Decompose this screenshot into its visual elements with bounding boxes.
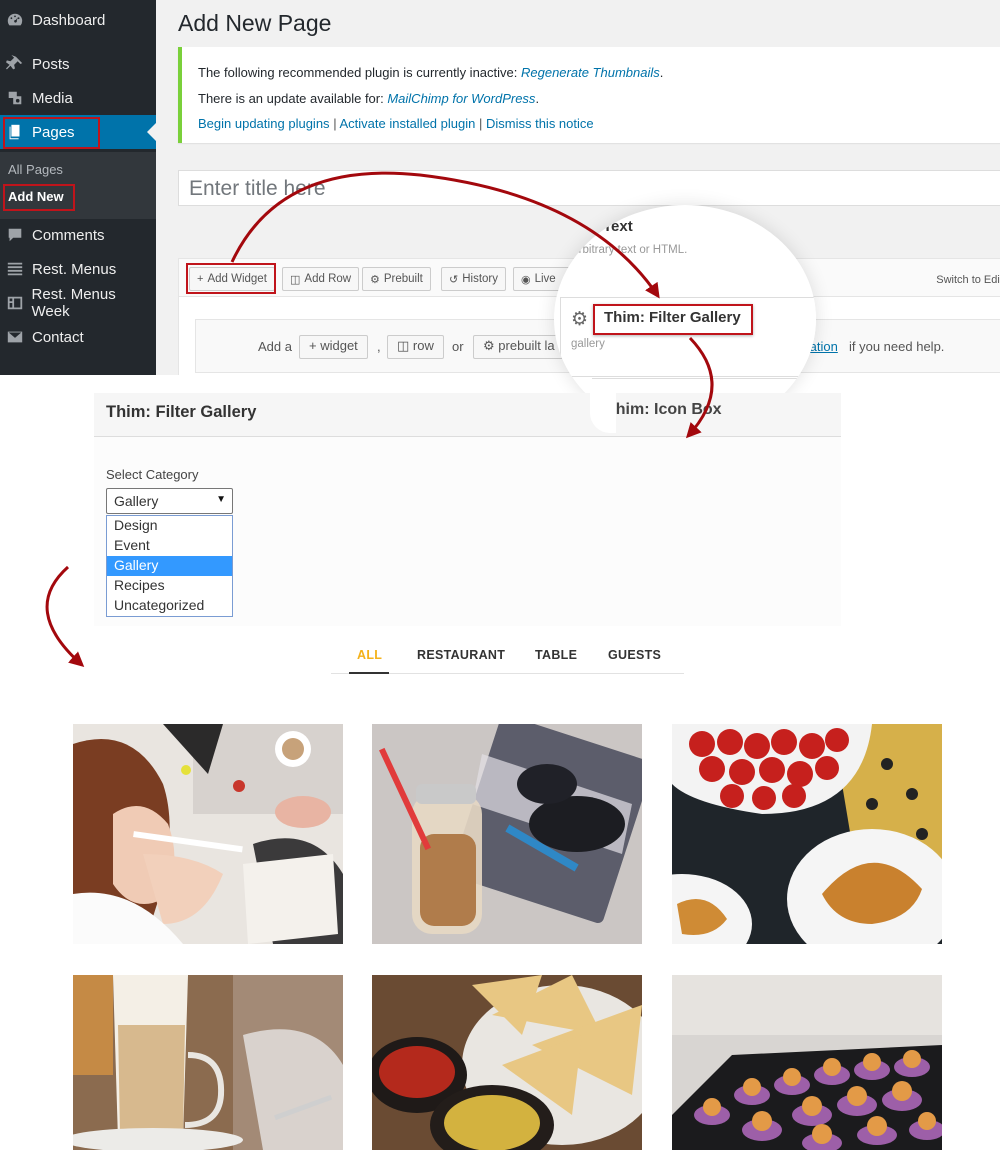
dismiss-notice-link[interactable]: Dismiss this notice [486,116,594,131]
page-title-input[interactable]: Enter title here [178,170,1000,206]
sidebar-item-label: Comments [32,226,105,244]
button-label: prebuilt la [498,338,555,353]
button-label: Add Row [304,273,352,285]
prebuilt-inline-button[interactable]: ⚙ prebuilt la [473,335,563,359]
filter-tab-restaurant[interactable]: RESTAURANT [417,648,505,662]
icon-box-ghost-title: Thim: Icon Box [606,401,722,418]
sidebar-item-comments[interactable]: Comments [0,218,156,252]
add-row-button[interactable]: ◫ Add Row [282,267,360,291]
comment-icon [0,226,30,244]
filter-tab-guests[interactable]: GUESTS [608,648,661,662]
begin-updating-link[interactable]: Begin updating plugins [198,116,330,131]
gallery-filter-tabs: ALL RESTAURANT TABLE GUESTS [331,640,684,674]
annotation-filter-gallery-box [593,304,753,335]
widget-panel-header: Thim: Filter Gallery Thim: Icon Box [94,393,841,437]
add-widget-inline-button[interactable]: + widget [299,335,368,359]
filter-gallery-desc: gallery [571,338,605,350]
media-icon [0,89,30,107]
history-icon: ↺ [449,273,459,286]
regenerate-thumbnails-link[interactable]: Regenerate Thumbnails [521,65,660,80]
cubes-icon: ⚙ [370,273,380,286]
button-label: Live [534,273,556,285]
annotation-add-widget-box [186,263,276,294]
category-option[interactable]: Event [107,536,232,556]
notice-line-update: There is an update available for: MailCh… [198,91,539,106]
sidebar-item-contact[interactable]: Contact [0,320,156,354]
sidebar-item-rest-menus-week[interactable]: Rest. Menus Week [0,286,156,320]
comma: , [377,339,381,354]
sidebar-item-dashboard[interactable]: Dashboard [0,3,156,37]
add-row-inline-button[interactable]: ◫ row [387,335,444,359]
mail-icon [0,328,30,346]
switch-editor-link[interactable]: Switch to Edito [936,274,1000,286]
separator: | [333,116,337,131]
sidebar-item-label: Media [32,89,73,107]
widget-panel-title: Thim: Filter Gallery [106,403,257,421]
notice-text: The following recommended plugin is curr… [198,65,521,80]
filter-tab-table[interactable]: TABLE [535,648,577,662]
button-label: History [462,273,498,285]
category-dropdown-list: Design Event Gallery Recipes Uncategoriz… [106,515,233,617]
woman-writing-photo[interactable] [73,724,343,944]
gear-icon: ⚙ [571,309,589,330]
sidebar-item-rest-menus[interactable]: Rest. Menus [0,252,156,286]
strawberries-croissants-photo[interactable] [672,724,942,944]
sidebar-item-label: Rest. Menus Week [31,286,116,320]
select-category-label: Select Category [106,467,199,482]
sidebar-item-label: Contact [32,328,84,346]
wp-admin-screenshot: Dashboard Posts Media Pages All Pages Ad… [0,0,1000,375]
notice-punct: . [535,91,540,106]
sidebar-item-label: Rest. Menus [32,260,117,278]
category-select[interactable]: Gallery ▼ [106,488,233,514]
mailchimp-link[interactable]: MailChimp for WordPress [387,91,535,106]
selected-value: Gallery [114,493,159,509]
film-icon [0,294,30,312]
dashboard-icon [0,11,30,29]
page-title: Add New Page [178,10,332,36]
separator: | [478,116,483,131]
text-widget-desc: Arbitrary text or HTML. [571,244,688,256]
plugin-notice: The following recommended plugin is curr… [178,47,1000,143]
button-label: row [412,338,434,353]
notice-actions: Begin updating plugins | Activate instal… [198,116,594,131]
dropdown-arrow-icon: ▼ [216,494,226,505]
button-label: widget [320,338,358,353]
widget-settings-panel: Thim: Filter Gallery Thim: Icon Box Sele… [94,393,841,626]
admin-sidebar: Dashboard Posts Media Pages All Pages Ad… [0,0,156,375]
sidebar-item-posts[interactable]: Posts [0,47,156,81]
arrow-to-gallery [45,565,85,667]
text-widget-title[interactable]: Text [603,218,633,235]
pin-icon [0,55,30,73]
divider [592,378,802,379]
nachos-dips-photo[interactable] [372,975,642,1150]
button-label: Prebuilt [383,273,423,285]
annotation-pages-box [3,117,100,149]
activate-plugin-link[interactable]: Activate installed plugin [339,116,475,131]
sidebar-item-label: Posts [32,55,70,73]
category-option[interactable]: Design [107,516,232,536]
or-text: or [452,339,464,354]
prebuilt-button[interactable]: ⚙ Prebuilt [362,267,431,291]
notice-line-inactive: The following recommended plugin is curr… [198,65,663,80]
help-text: if you need help. [849,339,945,354]
submenu-all-pages[interactable]: All Pages [8,162,63,177]
columns-icon: ◫ [290,273,301,286]
pastries-photo[interactable] [672,975,942,1150]
category-option-selected[interactable]: Gallery [107,556,232,576]
active-tab-underline [349,672,389,674]
category-option[interactable]: Recipes [107,576,232,596]
drink-bottle-photo[interactable] [372,724,642,944]
notice-text: There is an update available for: [198,91,388,106]
history-button[interactable]: ↺ History [441,267,506,291]
sidebar-item-media[interactable]: Media [0,81,156,115]
list-icon [0,260,30,278]
add-a-text: Add a [258,339,292,354]
category-option[interactable]: Uncategorized [107,596,232,616]
eye-icon: ◉ [521,273,531,286]
latte-glass-photo[interactable] [73,975,343,1150]
notice-punct: . [659,65,664,80]
sidebar-item-label: Dashboard [32,11,106,29]
annotation-add-new-box [3,184,75,211]
filter-tab-all[interactable]: ALL [357,648,382,662]
